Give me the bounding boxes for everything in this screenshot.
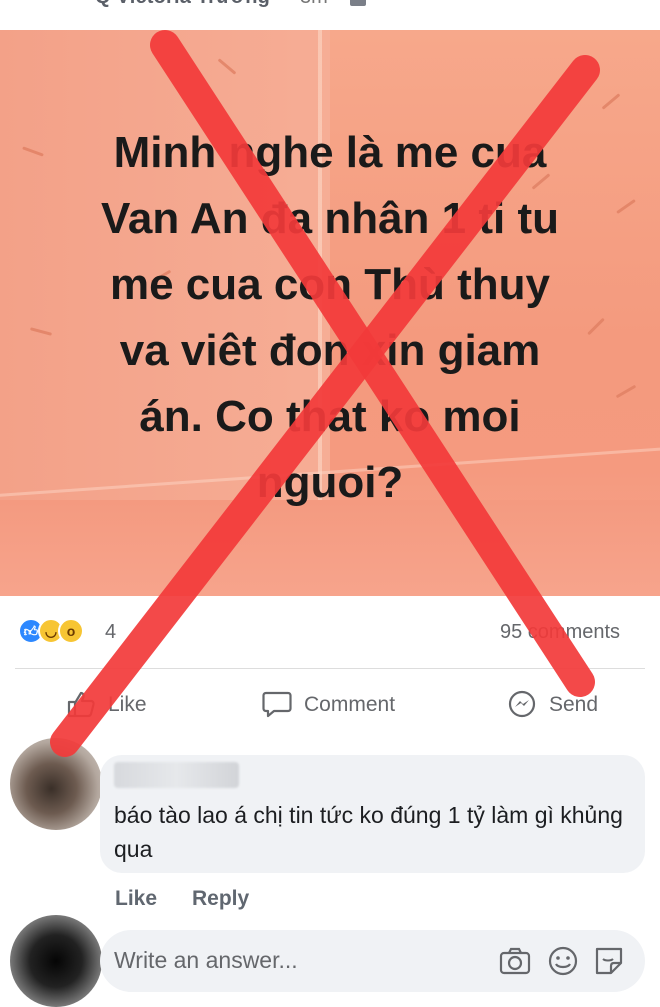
wow-reaction-icon: o — [58, 618, 84, 644]
comments-count[interactable]: 95 comments — [500, 621, 620, 644]
sticker-icon[interactable] — [592, 944, 626, 978]
comment-like-button[interactable]: Like — [115, 887, 157, 911]
privacy-icon — [350, 0, 366, 6]
commenter-name-blurred[interactable] — [114, 762, 239, 788]
post-text: Minh nghe là me cua Van An đa nhân 1 ti … — [101, 128, 559, 507]
speech-bubble-icon — [262, 691, 292, 718]
thumbs-up-icon — [67, 691, 95, 718]
reply-input[interactable] — [114, 942, 484, 978]
current-user-avatar — [10, 915, 102, 1007]
decor-dash — [601, 93, 621, 110]
comment-label: Comment — [304, 693, 396, 716]
post-author[interactable]: Q Victoria Trương — [95, 0, 270, 9]
comment-reply-button[interactable]: Reply — [192, 887, 249, 911]
send-label: Send — [549, 693, 599, 716]
commenter-avatar[interactable] — [10, 738, 102, 830]
comment-bubble: báo tào lao á chị tin tức ko đúng 1 tỷ l… — [100, 755, 645, 873]
reply-box[interactable] — [100, 930, 645, 992]
post-header: Q Victoria Trương 3m — [0, 0, 660, 30]
camera-icon[interactable] — [498, 944, 532, 978]
emoji-icon[interactable] — [546, 944, 580, 978]
like-label: Like — [108, 693, 147, 716]
messenger-icon — [508, 690, 536, 718]
divider — [15, 668, 645, 669]
post-time[interactable]: 3m — [300, 0, 328, 9]
post-image-card[interactable]: Minh nghe là me cua Van An đa nhân 1 ti … — [0, 30, 660, 596]
reaction-count[interactable]: 4 — [105, 621, 116, 644]
comment-text: báo tào lao á chị tin tức ko đúng 1 tỷ l… — [114, 802, 623, 862]
